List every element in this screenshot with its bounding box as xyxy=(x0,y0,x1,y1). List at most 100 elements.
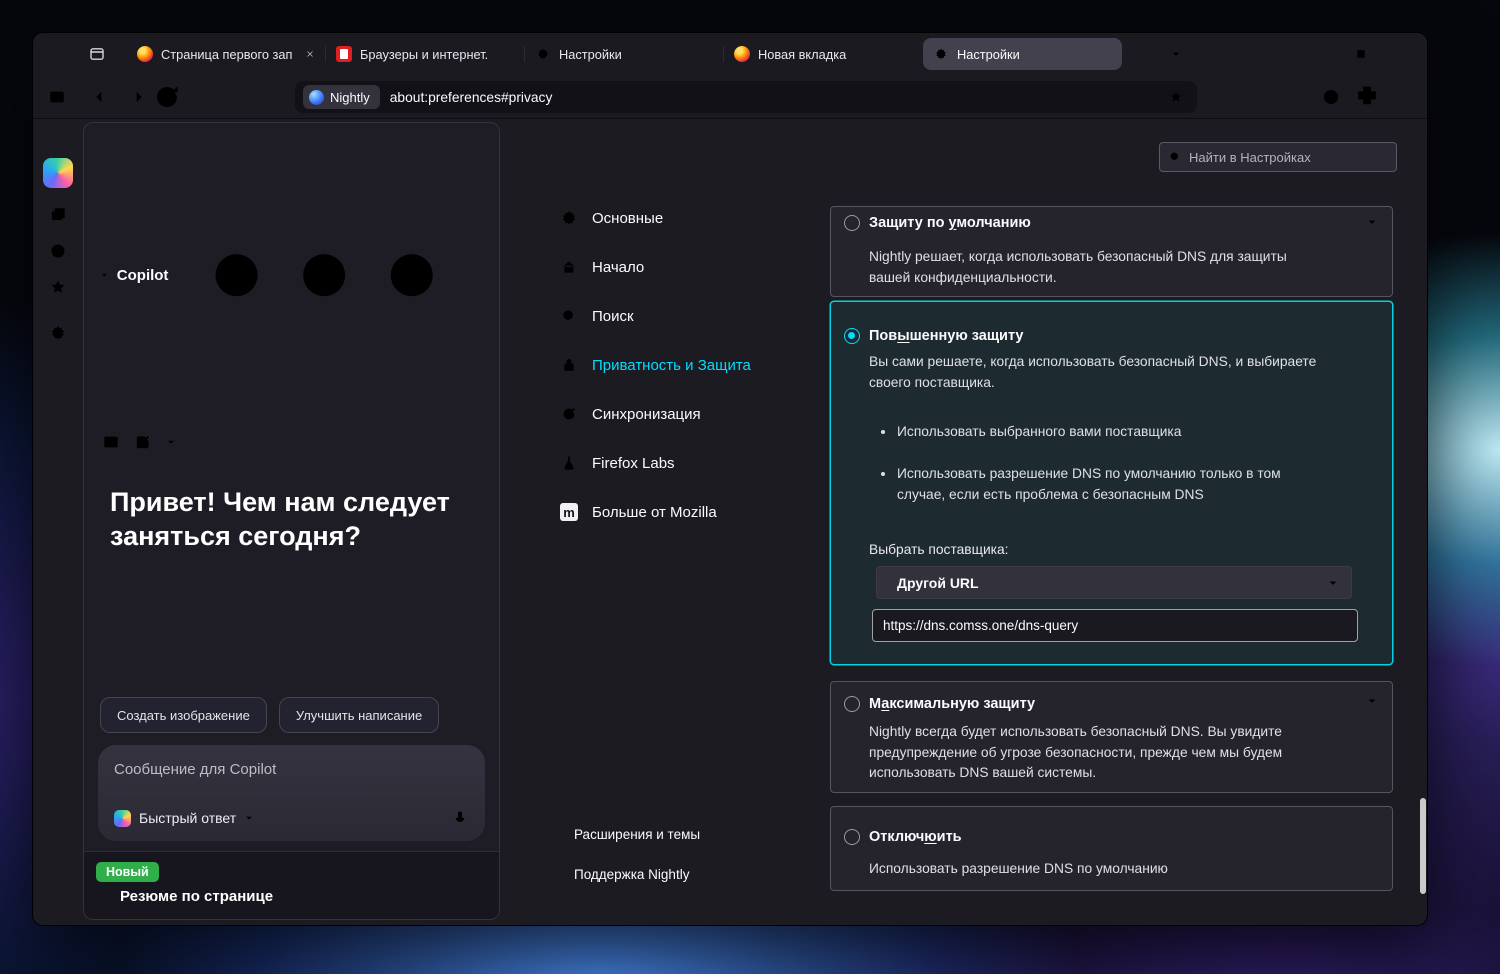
radio-increased-protection[interactable] xyxy=(844,328,860,344)
puzzle-icon xyxy=(1358,86,1376,104)
more-options-icon[interactable] xyxy=(184,135,464,415)
settings-search[interactable] xyxy=(1159,142,1397,172)
close-tab-icon[interactable] xyxy=(1096,44,1116,64)
close-panel-icon[interactable] xyxy=(473,268,483,282)
navigation-toolbar: Nightly xyxy=(33,75,1427,119)
chevron-down-icon[interactable] xyxy=(100,269,109,281)
tab-first-run[interactable]: Страница первого запуска xyxy=(127,38,326,70)
extensions-button[interactable] xyxy=(1351,81,1383,113)
settings-nav-home[interactable]: Начало xyxy=(508,247,798,287)
close-window-button[interactable] xyxy=(1383,33,1427,75)
expand-chevron-icon[interactable] xyxy=(1366,694,1378,712)
minimize-button[interactable] xyxy=(1295,33,1339,75)
composer-controls: Быстрый ответ xyxy=(114,809,469,827)
nav-label: Приватность и Защита xyxy=(592,356,751,374)
nightly-badge: Nightly xyxy=(303,85,380,109)
list-all-tabs-button[interactable] xyxy=(1162,40,1190,68)
nightly-badge-label: Nightly xyxy=(330,89,370,105)
browser-window: Страница первого запуска Браузеры и инте… xyxy=(33,33,1427,925)
tab-settings-1[interactable]: Настройки xyxy=(524,38,724,70)
settings-nav-sync[interactable]: Синхронизация xyxy=(508,394,798,434)
forward-button[interactable] xyxy=(119,81,151,113)
sidebar-toggle-button[interactable] xyxy=(41,81,73,113)
chevron-down-icon[interactable] xyxy=(166,437,176,447)
reload-button[interactable] xyxy=(151,81,183,113)
tab-title: Настройки xyxy=(957,46,1020,62)
firefox-view-button[interactable] xyxy=(81,39,113,69)
custom-dns-url-input[interactable] xyxy=(872,609,1358,642)
copilot-message-input[interactable] xyxy=(114,761,469,778)
new-badge: Новый xyxy=(96,862,159,882)
settings-search-input[interactable] xyxy=(1189,149,1388,165)
settings-nav-search[interactable]: Поиск xyxy=(508,296,798,336)
provider-select-value: Другой URL xyxy=(897,574,979,591)
close-tab-icon[interactable] xyxy=(698,44,718,64)
chevron-down-icon[interactable] xyxy=(244,813,254,823)
chevron-down-icon xyxy=(1329,581,1337,585)
hamburger-icon xyxy=(1392,89,1414,104)
bookmarks-rail-button[interactable] xyxy=(49,278,67,296)
nav-label: Поиск xyxy=(592,307,634,325)
home-icon xyxy=(560,258,578,276)
radio-max-protection[interactable] xyxy=(844,696,860,712)
lock-icon xyxy=(560,356,578,374)
close-tab-icon[interactable] xyxy=(897,44,917,64)
nav-label: Основные xyxy=(592,209,664,227)
expand-chevron-icon[interactable] xyxy=(1366,215,1378,233)
dns-option-max[interactable]: Максимальную защиту Nightly всегда будет… xyxy=(830,681,1393,793)
settings-nav-privacy[interactable]: Приватность и Защита xyxy=(508,345,798,385)
maximize-button[interactable] xyxy=(1339,33,1383,75)
sidebar-settings-rail-button[interactable] xyxy=(49,324,67,342)
radio-default-protection[interactable] xyxy=(844,215,860,231)
bookmark-star-button[interactable] xyxy=(1163,84,1189,110)
sync-icon xyxy=(560,405,578,423)
provider-select[interactable]: Другой URL xyxy=(876,566,1352,599)
microphone-icon[interactable] xyxy=(451,809,469,827)
app-menu-button[interactable] xyxy=(1387,81,1419,113)
conversations-sidebar-icon[interactable] xyxy=(102,433,120,451)
settings-nav-footer: Расширения и темы Поддержка Nightly xyxy=(508,817,700,891)
site-favicon xyxy=(336,46,352,62)
nightly-support-link[interactable]: Поддержка Nightly xyxy=(508,857,700,891)
dns-option-default[interactable]: Защиту по умолчанию Nightly решает, когд… xyxy=(830,206,1393,297)
back-arrow-icon xyxy=(96,91,110,102)
tab-settings-active[interactable]: Настройки xyxy=(923,38,1122,70)
history-rail-button[interactable] xyxy=(49,242,67,260)
url-input[interactable] xyxy=(389,89,1163,105)
new-tab-button[interactable] xyxy=(1128,40,1156,68)
gear-icon xyxy=(51,325,65,340)
scrollbar-thumb[interactable] xyxy=(1420,798,1426,894)
account-button[interactable] xyxy=(1315,81,1347,113)
option-label: Отключюить xyxy=(869,829,962,845)
back-button[interactable] xyxy=(87,81,119,113)
response-mode-select[interactable]: Быстрый ответ xyxy=(139,810,236,826)
settings-nav-firefox-labs[interactable]: Firefox Labs xyxy=(508,443,798,483)
copilot-logo-icon xyxy=(114,809,131,827)
attach-plus-icon[interactable] xyxy=(425,809,443,827)
improve-writing-chip[interactable]: Улучшить написание xyxy=(278,697,440,733)
close-tab-icon[interactable] xyxy=(499,44,519,64)
option-bullet: Использовать выбранного вами поставщика xyxy=(881,422,1311,443)
copilot-toolbar xyxy=(84,423,499,451)
close-tab-icon[interactable] xyxy=(300,44,320,64)
tab-title: Новая вкладка xyxy=(758,46,847,62)
settings-nav-general[interactable]: Основные xyxy=(508,198,798,238)
new-chat-icon[interactable] xyxy=(134,433,152,451)
create-image-chip[interactable]: Создать изображение xyxy=(100,697,267,733)
windows-icon xyxy=(51,208,65,221)
settings-nav-more-from-mozilla[interactable]: m Больше от Mozilla xyxy=(508,492,798,532)
dns-option-off[interactable]: Отключюить Использовать разрешение DNS п… xyxy=(830,806,1393,891)
copilot-suggestion-chips: Создать изображение Улучшить написание xyxy=(84,697,499,733)
page-summary-suggestion[interactable]: Новый Резюме по странице xyxy=(84,851,499,919)
tab-new-tab[interactable]: Новая вкладка xyxy=(723,38,923,70)
nav-label: Синхронизация xyxy=(592,405,701,423)
copilot-rail-button[interactable] xyxy=(43,158,73,188)
url-bar[interactable]: Nightly xyxy=(295,81,1197,113)
option-description: Nightly решает, когда использовать безоп… xyxy=(869,249,1287,285)
extensions-themes-link[interactable]: Расширения и темы xyxy=(508,817,700,851)
synced-tabs-rail-button[interactable] xyxy=(49,206,67,224)
copilot-title: Copilot xyxy=(116,266,169,284)
tab-browsers-article[interactable]: Браузеры и интернет. Ска xyxy=(325,38,525,70)
dns-option-increased[interactable]: Повышенную защиту Вы сами решаете, когда… xyxy=(830,301,1393,665)
radio-off[interactable] xyxy=(844,829,860,845)
